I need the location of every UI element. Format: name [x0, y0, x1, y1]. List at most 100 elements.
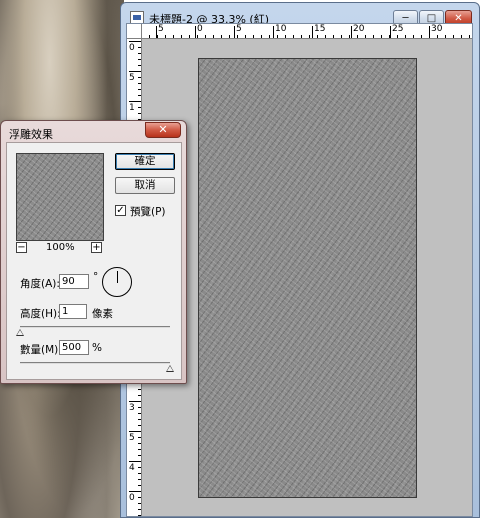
ruler-major-tick: [273, 26, 274, 38]
ruler-tick: [357, 35, 358, 38]
height-unit: 像素: [92, 308, 113, 320]
ruler-tick: [138, 407, 141, 408]
ruler-tick: [165, 35, 166, 38]
ruler-number: 5: [129, 433, 135, 443]
ruler-tick: [205, 35, 206, 38]
ruler-tick: [138, 413, 141, 414]
ok-button[interactable]: 確定: [115, 153, 175, 170]
amount-input[interactable]: 500: [59, 340, 89, 355]
ruler-tick: [157, 35, 158, 38]
ruler-number: 25: [392, 24, 404, 34]
dialog-close-button[interactable]: ✕: [145, 122, 181, 138]
ruler-tick: [138, 479, 141, 480]
ruler-major-tick: [129, 71, 141, 72]
ruler-tick: [138, 467, 141, 468]
ruler-number: 4: [129, 463, 135, 473]
ruler-tick: [373, 35, 374, 38]
ruler-number: 5: [158, 24, 164, 34]
ruler-number: 0: [197, 24, 203, 34]
ruler-top[interactable]: 5 0 5 10 15 20 25 30: [127, 24, 472, 39]
ruler-major-tick: [129, 101, 141, 102]
ruler-tick: [197, 35, 198, 38]
ruler-number: 20: [353, 24, 365, 34]
ruler-tick: [405, 35, 406, 38]
ruler-tick: [381, 35, 382, 38]
ruler-tick: [301, 35, 302, 38]
ruler-number: 15: [314, 24, 326, 34]
height-input[interactable]: 1: [59, 304, 87, 319]
ruler-tick: [138, 89, 141, 90]
ruler-tick: [138, 449, 141, 450]
ruler-tick: [237, 35, 238, 38]
ruler-major-tick: [429, 26, 430, 38]
ruler-tick: [138, 83, 141, 84]
ruler-tick: [253, 35, 254, 38]
ruler-major-tick: [390, 26, 391, 38]
ruler-number: 0: [129, 493, 135, 503]
zoom-in-button[interactable]: +: [91, 242, 102, 253]
ruler-tick: [413, 35, 414, 38]
emboss-dialog[interactable]: 浮雕效果 ✕ − 100% + 確定 取消 ✓ 預覽(P) 角度(A): 90 …: [0, 120, 187, 384]
ruler-major-tick: [312, 26, 313, 38]
ruler-tick: [453, 35, 454, 38]
angle-dial[interactable]: [102, 267, 132, 297]
image-canvas[interactable]: [198, 58, 417, 498]
ruler-tick: [138, 77, 141, 78]
ruler-tick: [325, 35, 326, 38]
angle-input[interactable]: 90: [59, 274, 89, 289]
height-slider-track[interactable]: [20, 326, 170, 328]
ruler-tick: [333, 35, 334, 38]
amount-slider-track[interactable]: [20, 362, 170, 364]
ruler-tick: [317, 35, 318, 38]
ruler-tick: [138, 515, 141, 516]
ruler-tick: [138, 395, 141, 396]
ruler-tick: [138, 95, 141, 96]
ruler-tick: [138, 65, 141, 66]
ruler-tick: [189, 35, 190, 38]
zoom-out-button[interactable]: −: [16, 242, 27, 253]
ruler-tick: [221, 35, 222, 38]
ruler-tick: [365, 35, 366, 38]
ruler-number: 3: [129, 403, 135, 413]
ruler-major-tick: [129, 431, 141, 432]
preview-checkbox[interactable]: ✓: [115, 205, 126, 216]
ruler-tick: [229, 35, 230, 38]
ruler-major-tick: [129, 491, 141, 492]
zoom-level: 100%: [46, 242, 75, 253]
ruler-tick: [437, 35, 438, 38]
ruler-number: 10: [275, 24, 287, 34]
ruler-tick: [285, 35, 286, 38]
ruler-tick: [149, 35, 150, 38]
ruler-tick: [138, 389, 141, 390]
height-slider-thumb[interactable]: [16, 329, 24, 336]
cancel-button[interactable]: 取消: [115, 177, 175, 194]
ruler-major-tick: [234, 26, 235, 38]
angle-dial-hand: [117, 271, 118, 283]
ruler-tick: [421, 35, 422, 38]
ruler-number: 5: [236, 24, 242, 34]
ruler-tick: [445, 35, 446, 38]
angle-unit: °: [93, 271, 99, 283]
ruler-tick: [138, 455, 141, 456]
ruler-tick: [138, 419, 141, 420]
preview-checkbox-label: 預覽(P): [130, 206, 166, 218]
ruler-tick: [173, 35, 174, 38]
ruler-tick: [138, 425, 141, 426]
ruler-tick: [293, 35, 294, 38]
ruler-tick: [469, 35, 470, 38]
ruler-tick: [138, 473, 141, 474]
ruler-tick: [341, 35, 342, 38]
ruler-tick: [138, 497, 141, 498]
ruler-number: 1: [129, 103, 135, 113]
ruler-tick: [213, 35, 214, 38]
dialog-title: 浮雕效果: [9, 128, 53, 141]
filter-preview[interactable]: [16, 153, 104, 241]
ruler-tick: [138, 437, 141, 438]
ruler-tick: [397, 35, 398, 38]
amount-slider-thumb[interactable]: [166, 365, 174, 372]
dialog-body: − 100% + 確定 取消 ✓ 預覽(P) 角度(A): 90 ° 高度(H)…: [6, 142, 182, 380]
ruler-number: 30: [431, 24, 443, 34]
ruler-tick: [461, 35, 462, 38]
height-label: 高度(H):: [20, 308, 61, 320]
ruler-major-tick: [351, 26, 352, 38]
